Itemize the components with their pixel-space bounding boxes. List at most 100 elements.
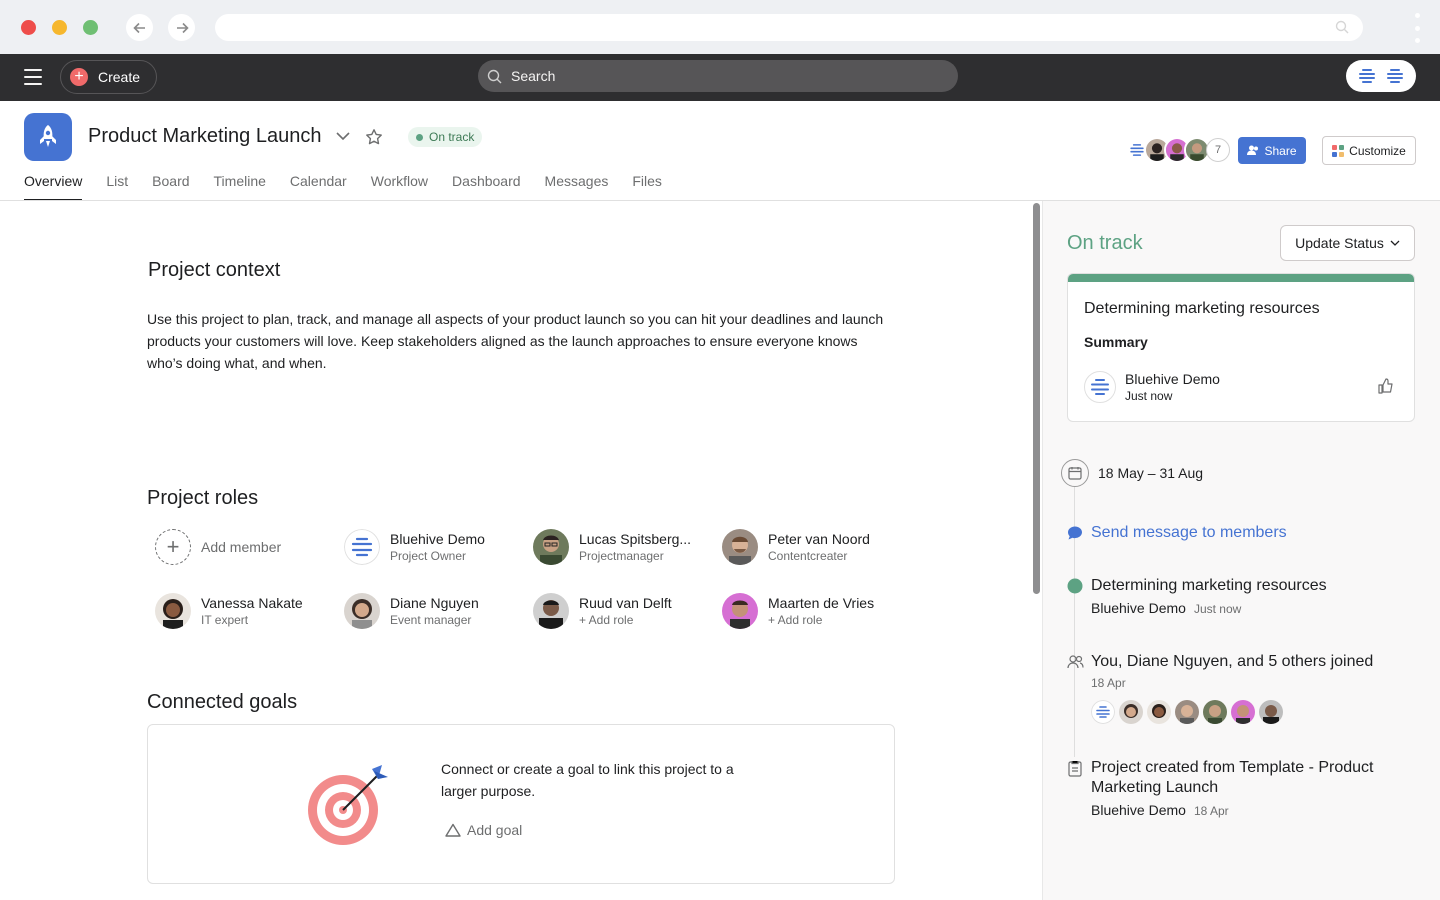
tab-files[interactable]: Files [632,173,662,201]
role-member[interactable]: Ruud van Delft + Add role [533,593,672,629]
role-member[interactable]: Vanessa Nakate IT expert [155,593,303,629]
user-avatar-icon [1387,69,1403,83]
event-title: You, Diane Nguyen, and 5 others joined [1091,653,1374,670]
people-icon [1067,655,1084,669]
role-member[interactable]: Bluehive Demo Project Owner [344,529,485,565]
tab-workflow[interactable]: Workflow [371,173,428,201]
status-card-author: Bluehive Demo Just now [1084,370,1220,404]
event-time: Just now [1193,602,1242,616]
event-author: Bluehive Demo [1091,600,1186,616]
member-name: Ruud van Delft [579,595,672,611]
add-member-button[interactable]: + Add member [155,529,281,565]
send-message-link[interactable]: Send message to members [1067,524,1287,542]
timeline-event[interactable]: You, Diane Nguyen, and 5 others joined 1… [1091,652,1373,690]
role-member[interactable]: Peter van Noord Contentcreater [722,529,870,565]
status-color-bar [1068,274,1414,282]
message-bubble-icon [1068,526,1082,540]
avatar [344,593,380,629]
role-member[interactable]: Diane Nguyen Event manager [344,593,479,629]
address-bar[interactable] [215,14,1363,41]
star-icon[interactable] [365,128,383,146]
page-title: Product Marketing Launch [88,125,322,147]
grid-icon [1332,144,1345,157]
target-icon [308,765,388,845]
event-title: Project created from Template - Product … [1091,759,1374,796]
forward-button[interactable] [168,14,195,41]
avatar [1203,700,1227,724]
arrow-right-icon [176,22,189,33]
joined-members-avatars [1091,700,1283,724]
event-title: Determining marketing resources [1091,577,1327,594]
calendar-icon [1061,459,1089,487]
member-role: Project Owner [390,549,467,563]
member-role: Contentcreater [768,549,848,563]
add-goal-label: Add goal [467,822,523,838]
status-update-card[interactable]: Determining marketing resources Summary … [1067,273,1415,422]
date-range-label: 18 May – 31 Aug [1098,465,1204,481]
triangle-icon [445,823,461,837]
timeline-event[interactable]: Project created from Template - Product … [1091,758,1411,818]
back-button[interactable] [126,14,153,41]
customize-label: Customize [1349,143,1406,158]
search-input[interactable]: Search [478,60,958,92]
avatar [722,593,758,629]
project-date-range[interactable]: 18 May – 31 Aug [1061,459,1203,487]
add-member-label: Add member [201,539,282,555]
workspace-logo-icon [1359,69,1375,83]
member-count[interactable]: 7 [1206,138,1230,162]
create-button[interactable]: + Create [60,60,157,94]
project-context-text[interactable]: Use this project to plan, track, and man… [147,308,895,374]
update-status-button[interactable]: Update Status [1280,225,1415,261]
browser-menu-icon[interactable] [1413,13,1421,43]
avatar [1231,700,1255,724]
search-icon [1335,20,1349,34]
avatar [344,529,380,565]
tab-board[interactable]: Board [152,173,189,201]
add-goal-button[interactable]: Add goal [445,822,522,838]
project-members[interactable]: 7 [1124,137,1230,163]
tab-dashboard[interactable]: Dashboard [452,173,521,201]
status-dot-icon [1067,578,1083,594]
share-button[interactable]: Share [1238,137,1306,164]
member-name: Diane Nguyen [390,595,479,611]
account-switcher[interactable] [1346,60,1416,92]
customize-button[interactable]: Customize [1322,136,1416,165]
hamburger-menu-icon[interactable] [24,69,42,85]
maximize-window-button[interactable] [83,20,98,35]
tab-messages[interactable]: Messages [545,173,609,201]
project-tabs: Overview List Board Timeline Calendar Wo… [24,173,686,201]
add-role-link[interactable]: + Add role [768,612,874,628]
avatar [1175,700,1199,724]
thumbs-up-icon[interactable] [1378,378,1394,394]
minimize-window-button[interactable] [52,20,67,35]
status-badge-label: On track [429,130,475,144]
status-badge[interactable]: On track [408,127,483,147]
tab-overview[interactable]: Overview [24,173,83,201]
connected-goals-heading: Connected goals [147,691,298,713]
chevron-down-icon [1390,240,1400,246]
author-time: Just now [1125,389,1173,403]
close-window-button[interactable] [21,20,36,35]
add-role-link[interactable]: + Add role [579,612,672,628]
role-member[interactable]: Maarten de Vries + Add role [722,593,874,629]
member-name: Peter van Noord [768,531,870,547]
project-icon[interactable] [24,113,72,161]
people-icon [1247,145,1259,155]
timeline-event[interactable]: Determining marketing resources Bluehive… [1091,576,1327,616]
tab-list[interactable]: List [106,173,128,201]
member-name: Bluehive Demo [390,531,485,547]
chevron-down-icon[interactable] [335,130,351,142]
avatar [533,529,569,565]
author-name: Bluehive Demo [1125,371,1220,387]
tab-timeline[interactable]: Timeline [214,173,266,201]
goals-card [147,724,895,884]
tab-calendar[interactable]: Calendar [290,173,347,201]
search-icon [487,69,502,83]
status-card-summary: Summary [1084,334,1148,350]
member-role: IT expert [201,613,249,627]
main-scrollbar[interactable] [1033,203,1040,594]
event-time: 18 Apr [1091,676,1126,690]
role-member[interactable]: Lucas Spitsberg... Projectmanager [533,529,691,565]
plus-icon: + [70,68,88,86]
goals-description: Connect or create a goal to link this pr… [441,761,734,799]
